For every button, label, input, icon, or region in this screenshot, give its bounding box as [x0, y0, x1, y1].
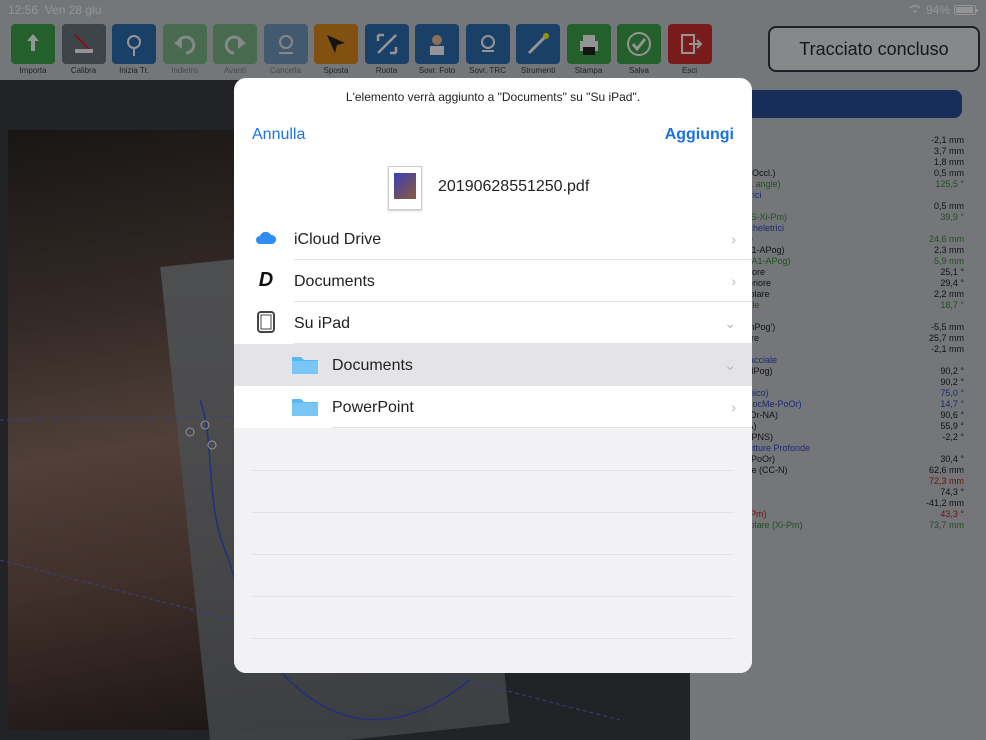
chevron-right-icon[interactable]: › [731, 399, 736, 415]
chevron-down-icon[interactable]: ⌄ [724, 315, 736, 332]
empty-row-separator [252, 596, 734, 597]
location-label: PowerPoint [332, 399, 414, 416]
chevron-right-icon[interactable]: › [731, 231, 736, 247]
file-name: 20190628551250.pdf [438, 178, 590, 195]
row-separator [332, 427, 752, 428]
location-row-powerpoint-sub[interactable]: PowerPoint › [234, 386, 752, 428]
location-label: Su iPad [294, 315, 351, 332]
empty-row-separator [252, 638, 734, 639]
file-info: 20190628551250.pdf [234, 166, 752, 216]
ipad-icon [254, 310, 278, 334]
empty-row-separator [252, 470, 734, 471]
pdf-thumbnail [388, 166, 422, 210]
location-row-documents-sub[interactable]: Documents ⌄ [234, 344, 752, 386]
empty-row-separator [252, 512, 734, 513]
folder-icon [290, 394, 320, 418]
location-label: iCloud Drive [294, 231, 382, 248]
folder-icon [290, 352, 320, 376]
save-to-files-sheet: L'elemento verrà aggiunto a "Documents" … [234, 78, 752, 673]
add-button[interactable]: Aggiungi [665, 126, 734, 144]
chevron-down-icon[interactable]: ⌄ [724, 357, 736, 374]
chevron-right-icon[interactable]: › [731, 273, 736, 289]
location-label: Documents [294, 273, 375, 290]
location-row-icloud-drive[interactable]: iCloud Drive › [234, 218, 752, 260]
location-row-documents[interactable]: D Documents › [234, 260, 752, 302]
sheet-prompt: L'elemento verrà aggiunto a "Documents" … [345, 90, 641, 104]
icloud-icon [254, 226, 278, 250]
documents-app-icon: D [258, 268, 274, 291]
location-list: iCloud Drive › D Documents › Su iPad ⌄ Document… [234, 218, 752, 673]
cancel-button[interactable]: Annulla [252, 126, 305, 144]
empty-row-separator [252, 554, 734, 555]
location-label: Documents [332, 357, 413, 374]
location-row-su-ipad[interactable]: Su iPad ⌄ [234, 302, 752, 344]
